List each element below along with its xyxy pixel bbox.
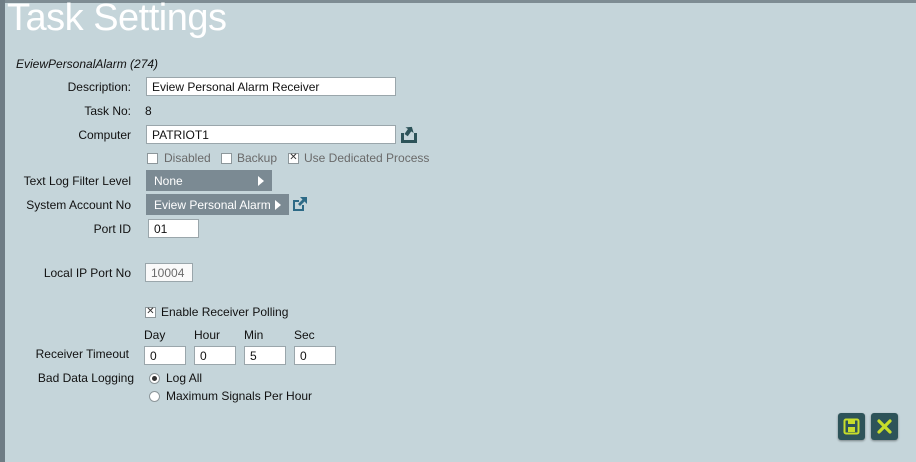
max-signals-radio[interactable] bbox=[149, 390, 160, 402]
receiver-timeout-label: Receiver Timeout bbox=[35, 347, 129, 361]
computer-label: Computer bbox=[78, 128, 131, 142]
dedicated-process-label: Use Dedicated Process bbox=[304, 151, 430, 165]
computer-input[interactable] bbox=[146, 125, 396, 144]
log-all-label: Log All bbox=[166, 371, 203, 385]
dedicated-process-checkbox[interactable]: ✕ bbox=[288, 152, 299, 164]
page-title: Task Settings bbox=[7, 0, 227, 39]
disabled-option[interactable]: Disabled bbox=[147, 151, 211, 165]
close-button[interactable] bbox=[871, 413, 898, 440]
timeout-min-input[interactable] bbox=[244, 346, 286, 365]
enable-polling-checkbox[interactable]: ✕ bbox=[145, 306, 156, 318]
max-signals-label: Maximum Signals Per Hour bbox=[166, 389, 313, 403]
local-ip-port-input[interactable] bbox=[145, 263, 193, 282]
text-log-filter-dropdown[interactable]: None bbox=[146, 170, 272, 191]
system-account-value: Eview Personal Alarm bbox=[154, 197, 271, 212]
system-account-label: System Account No bbox=[26, 198, 131, 212]
backup-checkbox[interactable] bbox=[221, 152, 232, 164]
timeout-hour-header: Hour bbox=[194, 328, 221, 342]
timeout-sec-input[interactable] bbox=[294, 346, 336, 365]
external-link-icon[interactable] bbox=[291, 196, 308, 213]
enable-polling-label: Enable Receiver Polling bbox=[161, 305, 289, 319]
timeout-day-input[interactable] bbox=[144, 346, 186, 365]
upload-icon[interactable] bbox=[400, 124, 418, 144]
log-all-option[interactable]: Log All bbox=[149, 371, 202, 385]
dropdown-arrow-icon bbox=[258, 175, 264, 186]
disabled-checkbox[interactable] bbox=[147, 152, 158, 164]
backup-option[interactable]: Backup bbox=[221, 151, 277, 165]
enable-polling-option[interactable]: ✕ Enable Receiver Polling bbox=[145, 305, 288, 319]
task-no-label: Task No: bbox=[84, 104, 131, 118]
local-ip-port-label: Local IP Port No bbox=[43, 266, 131, 280]
task-subtitle: EviewPersonalAlarm (274) bbox=[16, 57, 159, 71]
save-icon bbox=[843, 418, 860, 435]
description-input[interactable] bbox=[146, 77, 396, 96]
backup-label: Backup bbox=[237, 151, 278, 165]
timeout-sec-header: Sec bbox=[294, 328, 315, 342]
port-id-input[interactable] bbox=[148, 219, 199, 238]
timeout-hour-input[interactable] bbox=[194, 346, 236, 365]
port-id-label: Port ID bbox=[93, 222, 131, 236]
dropdown-arrow-icon bbox=[275, 199, 281, 210]
log-all-radio[interactable] bbox=[149, 372, 160, 384]
dedicated-process-option[interactable]: ✕ Use Dedicated Process bbox=[288, 151, 429, 165]
system-account-dropdown[interactable]: Eview Personal Alarm bbox=[146, 194, 289, 215]
timeout-min-header: Min bbox=[244, 328, 264, 342]
max-signals-option[interactable]: Maximum Signals Per Hour bbox=[149, 389, 312, 403]
text-log-filter-label: Text Log Filter Level bbox=[23, 174, 131, 188]
timeout-day-header: Day bbox=[144, 328, 166, 342]
text-log-filter-value: None bbox=[154, 173, 183, 188]
description-label: Description: bbox=[67, 80, 131, 94]
bad-data-logging-label: Bad Data Logging bbox=[37, 371, 134, 385]
close-icon bbox=[877, 419, 892, 434]
task-no-value: 8 bbox=[145, 104, 152, 118]
save-button[interactable] bbox=[838, 413, 865, 440]
disabled-label: Disabled bbox=[164, 151, 211, 165]
